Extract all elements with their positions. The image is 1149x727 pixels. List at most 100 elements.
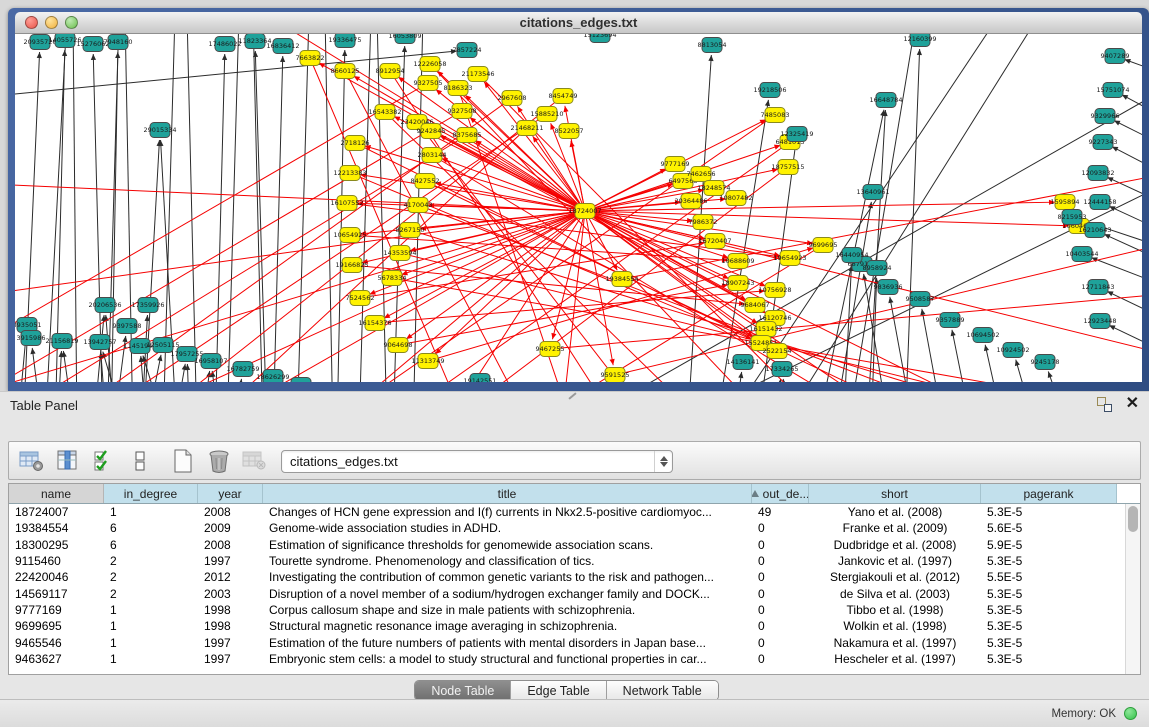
screen: citations_edges.txt 18724007766382286601… xyxy=(0,0,1149,727)
table-row[interactable]: 946554611997Estimation of the future num… xyxy=(9,634,1140,650)
table-row[interactable]: 969969511998Structural magnetic resonanc… xyxy=(9,618,1140,634)
memory-status-label: Memory: OK xyxy=(1051,708,1116,720)
graph-node-label: 29015334 xyxy=(143,126,176,134)
table-row[interactable]: 946362711997Embryonic stem cells: a mode… xyxy=(9,651,1140,667)
table-row[interactable]: 2242004622012Investigating the contribut… xyxy=(9,569,1140,585)
graph-node-label: 10924502 xyxy=(996,346,1029,354)
graph-node-label: 19384554 xyxy=(605,275,638,283)
column-header-short[interactable]: short xyxy=(809,484,981,503)
graph-node-label: 16648784 xyxy=(869,96,902,104)
cell: 19384554 xyxy=(9,520,104,536)
cell: 1997 xyxy=(198,553,263,569)
window-titlebar[interactable]: citations_edges.txt xyxy=(15,12,1142,34)
cell: Genome-wide association studies in ADHD. xyxy=(263,520,752,536)
cell: 9115460 xyxy=(9,553,104,569)
close-window-button[interactable] xyxy=(25,16,38,29)
graph-node-label: 8215953 xyxy=(1058,213,1087,221)
graph-node-label: 15123694 xyxy=(583,34,616,39)
delete-trash-icon[interactable] xyxy=(205,447,232,474)
graph-node-label: 16154376 xyxy=(358,319,391,327)
scrollbar-thumb[interactable] xyxy=(1128,506,1138,532)
graph-node-label: 12226058 xyxy=(413,60,446,68)
cell: Jankovic et al. (1997) xyxy=(809,553,981,569)
divider-grip[interactable] xyxy=(568,392,576,399)
graph-node-label: 15751074 xyxy=(1096,86,1129,94)
graph-node-label: 12325419 xyxy=(780,130,813,138)
graph-node-label: 12505115 xyxy=(146,341,179,349)
table-row[interactable]: 1872400712008Changes of HCN gene express… xyxy=(9,504,1140,520)
graph-node-label: 17486022 xyxy=(208,40,241,48)
graph-node-label: 5678334 xyxy=(378,274,407,282)
network-canvas[interactable]: 1872400776638228660125891295412226058932… xyxy=(15,34,1142,382)
cell: 2003 xyxy=(198,585,263,601)
float-panel-icon[interactable] xyxy=(1097,397,1112,412)
cell: Changes of HCN gene expression and I(f) … xyxy=(263,504,752,520)
table-row[interactable]: 1456911722003Disruption of a novel membe… xyxy=(9,585,1140,601)
network-graph[interactable]: 1872400776638228660125891295412226058932… xyxy=(15,34,1142,382)
cell: 9777169 xyxy=(9,602,104,618)
graph-node-label: 8267150 xyxy=(396,226,425,234)
cell: 9699695 xyxy=(9,618,104,634)
table-row[interactable]: 977716911998Corpus callosum shape and si… xyxy=(9,602,1140,618)
column-header-out_de[interactable]: out_de... xyxy=(752,484,809,503)
cell: 1 xyxy=(104,602,198,618)
graph-node-label: 16782759 xyxy=(226,365,259,373)
column-header-name[interactable]: name xyxy=(9,484,104,503)
select-rows-icon[interactable] xyxy=(90,447,117,474)
cell: 2 xyxy=(104,585,198,601)
vertical-scrollbar[interactable] xyxy=(1125,504,1140,674)
column-header-in_degree[interactable]: in_degree xyxy=(104,484,198,503)
cell: Stergiakouli et al. (2012) xyxy=(809,569,981,585)
zoom-window-button[interactable] xyxy=(65,16,78,29)
graph-node-label: 14136141 xyxy=(726,358,759,366)
table-row[interactable]: 1938455462009Genome-wide association stu… xyxy=(9,520,1140,536)
graph-node-label: 7986372 xyxy=(689,218,718,226)
cell: 5.9E-5 xyxy=(981,537,1117,553)
graph-node-label: 9591525 xyxy=(601,371,630,379)
cell: 5.3E-5 xyxy=(981,504,1117,520)
new-document-icon[interactable] xyxy=(169,447,196,474)
tab-edge-table[interactable]: Edge Table xyxy=(511,681,606,700)
graph-node-label: 16836412 xyxy=(266,42,299,50)
table-row[interactable]: 911546021997Tourette syndrome. Phenomeno… xyxy=(9,553,1140,569)
graph-node-label: 7462656 xyxy=(687,170,716,178)
window-title: citations_edges.txt xyxy=(520,15,638,30)
tab-network-table[interactable]: Network Table xyxy=(607,681,718,700)
graph-node-label: 8660125 xyxy=(331,67,360,75)
graph-node-label: 12160399 xyxy=(903,35,936,43)
graph-node-label: 16958107 xyxy=(194,357,227,365)
cell: Disruption of a novel member of a sodium… xyxy=(263,585,752,601)
column-header-pagerank[interactable]: pagerank xyxy=(981,484,1117,503)
tab-node-table[interactable]: Node Table xyxy=(415,681,511,700)
close-panel-icon[interactable]: ✕ xyxy=(1126,396,1139,412)
cell: 0 xyxy=(752,569,809,585)
delete-table-disabled-icon xyxy=(241,447,268,474)
column-header-year[interactable]: year xyxy=(198,484,263,503)
graph-node-label: 20364486 xyxy=(674,197,707,205)
cell: 22420046 xyxy=(9,569,104,585)
cell: 1 xyxy=(104,651,198,667)
minimize-window-button[interactable] xyxy=(45,16,58,29)
table-tabs: Node TableEdge TableNetwork Table xyxy=(414,680,718,701)
graph-node-label: 10654925 xyxy=(333,231,366,239)
column-header-title[interactable]: title xyxy=(263,484,752,503)
cell: 0 xyxy=(752,634,809,650)
graph-node-label: 9407289 xyxy=(1101,52,1130,60)
graph-node-label: 7485083 xyxy=(761,111,790,119)
graph-node-label: 16440954 xyxy=(835,251,868,259)
cell: Tibbo et al. (1998) xyxy=(809,602,981,618)
sort-ascending-icon xyxy=(752,490,759,497)
graph-node-label: 4170043 xyxy=(404,201,433,209)
table-row[interactable]: 1830029562008Estimation of significance … xyxy=(9,537,1140,553)
table-options-icon[interactable] xyxy=(18,447,45,474)
cell: 2 xyxy=(104,553,198,569)
graph-node-label: 8427552 xyxy=(411,177,440,185)
show-columns-icon[interactable] xyxy=(54,447,81,474)
graph-node-label: 19336475 xyxy=(328,36,361,44)
graph-node-label: 16720407 xyxy=(698,237,731,245)
graph-node-label: 9699695 xyxy=(809,241,838,249)
graph-node-label: 2522154 xyxy=(763,347,792,355)
table-source-select[interactable]: citations_edges.txt xyxy=(281,450,673,473)
cell: Tourette syndrome. Phenomenology and cla… xyxy=(263,553,752,569)
stacked-boxes-icon[interactable] xyxy=(126,447,153,474)
